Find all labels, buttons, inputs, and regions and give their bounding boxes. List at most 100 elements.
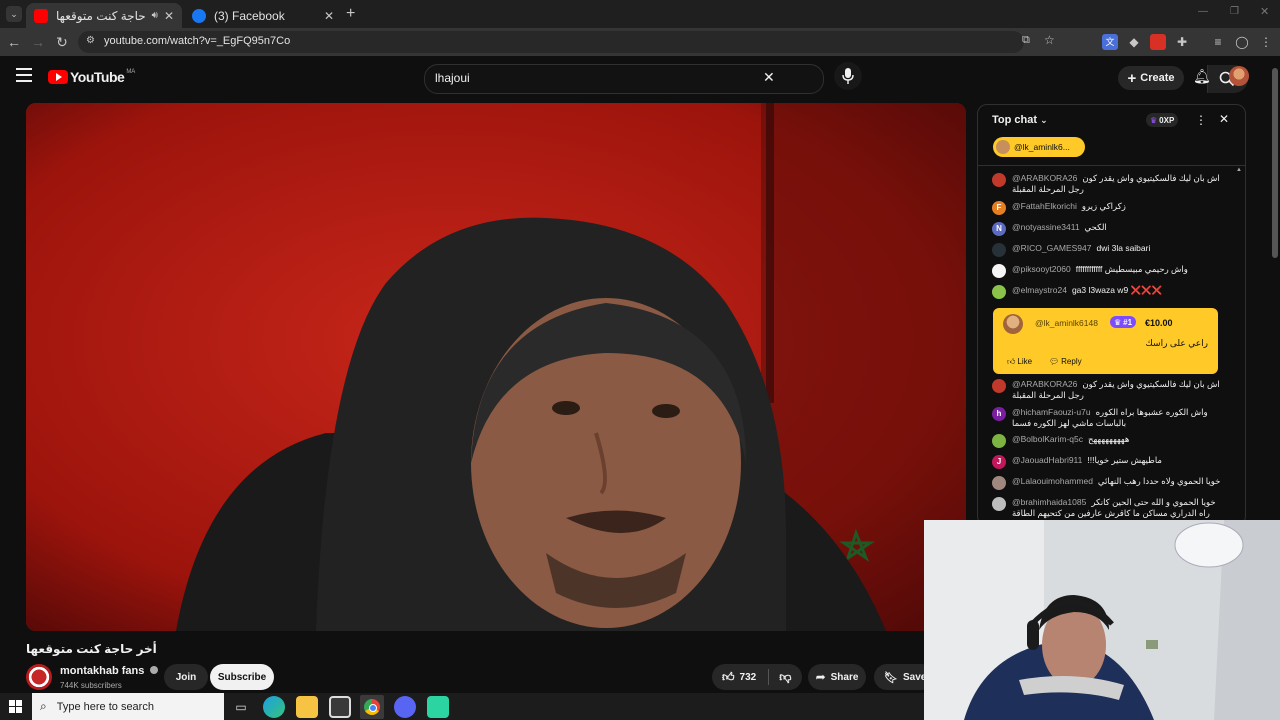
subscribe-button[interactable]: Subscribe bbox=[210, 664, 274, 690]
chat-avatar[interactable] bbox=[992, 285, 1006, 299]
chat-message[interactable]: @piksooyt2060 ffffffffffff واش رحيمي مبيس… bbox=[992, 264, 1224, 278]
site-info-icon[interactable]: ⚙ bbox=[86, 35, 95, 46]
pinned-chip[interactable]: @lk_aminlk6... bbox=[993, 137, 1085, 157]
chat-author[interactable]: @FattahElkorichi bbox=[1012, 201, 1077, 211]
chat-avatar[interactable] bbox=[992, 243, 1006, 257]
clear-search-icon[interactable]: ✕ bbox=[763, 69, 775, 86]
search-input[interactable]: lhajoui bbox=[435, 71, 470, 85]
chat-message[interactable]: @elmaystro24 ga3 l3waza w9 ❌❌❌ bbox=[992, 285, 1224, 299]
join-button[interactable]: Join bbox=[164, 664, 208, 690]
chat-message[interactable]: @Lalaouimohammed خويا الحموي ولاه حددا ره… bbox=[992, 476, 1224, 490]
chat-mode-selector[interactable]: Top chat ⌄ bbox=[992, 114, 1048, 126]
chat-message[interactable]: @BolbolKarim-q5c هههههههههح bbox=[992, 434, 1224, 448]
chat-avatar[interactable] bbox=[992, 173, 1006, 187]
chat-message[interactable]: J @JaouadHabri911 ماطيهش ستير خويا!!! bbox=[992, 455, 1224, 469]
minimize-icon[interactable]: — bbox=[1198, 6, 1208, 17]
address-bar[interactable]: ⚙ youtube.com/watch?v=_EgFQ95n7Co ⧉ ☆ bbox=[78, 31, 1055, 53]
discord-icon[interactable] bbox=[394, 696, 416, 718]
chat-avatar[interactable]: J bbox=[992, 455, 1006, 469]
voice-search-button[interactable] bbox=[834, 62, 862, 90]
task-view-icon[interactable]: ▭ bbox=[230, 696, 252, 718]
youtube-wordmark: YouTube bbox=[70, 69, 125, 85]
video-frame bbox=[26, 103, 966, 631]
super-chat-reply[interactable]: 💬︎ Reply bbox=[1049, 357, 1082, 366]
share-button[interactable]: ➦ Share bbox=[808, 664, 866, 690]
bookmark-star-icon[interactable]: ☆ bbox=[1044, 33, 1055, 47]
like-button[interactable]: 👍︎ 732 bbox=[712, 670, 756, 685]
reading-list-icon[interactable]: ≡ bbox=[1210, 34, 1226, 50]
new-tab-button[interactable]: + bbox=[346, 5, 355, 23]
install-icon[interactable]: ⧉ bbox=[1022, 34, 1030, 47]
close-chat-icon[interactable]: ✕ bbox=[1219, 112, 1229, 126]
close-tab-icon[interactable]: ✕ bbox=[324, 9, 334, 23]
chat-avatar[interactable] bbox=[992, 497, 1006, 511]
extensions-puzzle-icon[interactable]: ✚ bbox=[1174, 34, 1190, 50]
chat-message[interactable]: @ARABKORA26 اش بان ليك فالسكيتيوي واش يقد… bbox=[992, 379, 1224, 401]
profile-icon[interactable]: ◯ bbox=[1234, 34, 1250, 50]
tab-facebook[interactable]: (3) Facebook ✕ bbox=[184, 3, 342, 28]
chat-avatar[interactable]: h bbox=[992, 407, 1006, 421]
video-player[interactable] bbox=[26, 103, 966, 631]
chat-avatar[interactable] bbox=[992, 476, 1006, 490]
audio-icon[interactable]: 🔊︎ bbox=[152, 10, 158, 21]
chat-author[interactable]: @ARABKORA26 bbox=[1012, 379, 1077, 389]
chat-author[interactable]: @BolbolKarim-q5c bbox=[1012, 434, 1083, 444]
restore-icon[interactable]: ❐ bbox=[1230, 6, 1239, 17]
like-dislike-group: 👍︎ 732 👎︎ bbox=[712, 664, 802, 690]
app-icon[interactable] bbox=[427, 696, 449, 718]
tab-search-button[interactable]: ⌄ bbox=[6, 6, 22, 22]
file-explorer-icon[interactable] bbox=[296, 696, 318, 718]
chat-author[interactable]: @piksooyt2060 bbox=[1012, 264, 1071, 274]
chat-author[interactable]: @elmaystro24 bbox=[1012, 285, 1067, 295]
chat-author[interactable]: @brahimhaida1085 bbox=[1012, 497, 1086, 507]
dislike-button[interactable]: 👎︎ bbox=[779, 670, 791, 685]
chat-message[interactable]: @RICO_GAMES947 dwi 3la saibari bbox=[992, 243, 1224, 257]
edge-icon[interactable] bbox=[263, 696, 285, 718]
windows-start-icon[interactable] bbox=[9, 700, 22, 713]
chat-avatar[interactable] bbox=[992, 434, 1006, 448]
chat-scrollbar[interactable]: ▲ bbox=[1236, 167, 1242, 177]
search-box[interactable]: lhajoui ✕ bbox=[424, 64, 1248, 94]
tab-youtube[interactable]: أخر حاجة كنت متوقعها - YouTube 🔊︎ ✕ bbox=[26, 3, 182, 28]
channel-name[interactable]: montakhab fans bbox=[60, 665, 159, 677]
back-icon[interactable]: ← bbox=[6, 34, 22, 50]
chat-menu-icon[interactable]: ⋮ bbox=[1195, 113, 1207, 127]
super-chat-message[interactable]: @lk_aminlk6148 ♛ #1 €10.00 راعي على راسك… bbox=[993, 308, 1218, 374]
chat-message[interactable]: @ARABKORA26 اش بان ليك فالسكيتيوي واش يقد… bbox=[992, 173, 1224, 195]
points-badge[interactable]: ♛ 0XP bbox=[1146, 113, 1179, 127]
account-avatar[interactable] bbox=[1229, 66, 1249, 86]
notifications-bell-icon[interactable]: 🔔︎ bbox=[1193, 68, 1211, 85]
chat-message[interactable]: N @notyassine3411 الكحي bbox=[992, 222, 1224, 236]
chat-author[interactable]: @notyassine3411 bbox=[1012, 222, 1080, 232]
super-chat-like[interactable]: 👍︎ Like bbox=[1007, 357, 1032, 367]
channel-avatar[interactable] bbox=[26, 664, 52, 690]
close-window-icon[interactable]: ✕ bbox=[1260, 5, 1269, 18]
chat-author[interactable]: @hichamFaouzi-u7u bbox=[1012, 407, 1091, 417]
create-button[interactable]: + Create bbox=[1118, 66, 1184, 90]
extension-diamond-icon[interactable]: ◆ bbox=[1126, 34, 1142, 50]
chat-author[interactable]: @JaouadHabri911 bbox=[1012, 455, 1082, 465]
reload-icon[interactable]: ↻ bbox=[54, 34, 70, 50]
hamburger-menu-icon[interactable] bbox=[16, 68, 32, 82]
chat-avatar[interactable] bbox=[992, 379, 1006, 393]
chat-avatar[interactable]: N bbox=[992, 222, 1006, 236]
page-scrollbar[interactable] bbox=[1270, 56, 1280, 520]
chat-author[interactable]: @RICO_GAMES947 bbox=[1012, 243, 1092, 253]
chat-author[interactable]: @ARABKORA26 bbox=[1012, 173, 1077, 183]
chat-avatar[interactable]: F bbox=[992, 201, 1006, 215]
forward-icon[interactable]: → bbox=[30, 34, 46, 50]
taskbar-search-box[interactable]: ⌕ Type here to search bbox=[32, 693, 224, 720]
chat-message-body: @notyassine3411 الكحي bbox=[1012, 222, 1107, 233]
translate-extension-icon[interactable]: 文 bbox=[1102, 34, 1118, 50]
chrome-icon[interactable] bbox=[360, 695, 384, 719]
browser-menu-icon[interactable]: ⋮ bbox=[1258, 34, 1274, 50]
chat-message[interactable]: F @FattahElkorichi زكراكي زيرو bbox=[992, 201, 1224, 215]
chat-author[interactable]: @Lalaouimohammed bbox=[1012, 476, 1093, 486]
chat-avatar[interactable] bbox=[992, 264, 1006, 278]
chat-message[interactable]: h @hichamFaouzi-u7u واش الكوره عشبوها براه… bbox=[992, 407, 1224, 429]
close-tab-icon[interactable]: ✕ bbox=[164, 9, 174, 23]
youtube-logo[interactable]: YouTube MA bbox=[48, 69, 135, 85]
extension-red-icon[interactable] bbox=[1150, 34, 1166, 50]
super-chat-avatar bbox=[1003, 314, 1023, 334]
store-icon[interactable] bbox=[329, 696, 351, 718]
